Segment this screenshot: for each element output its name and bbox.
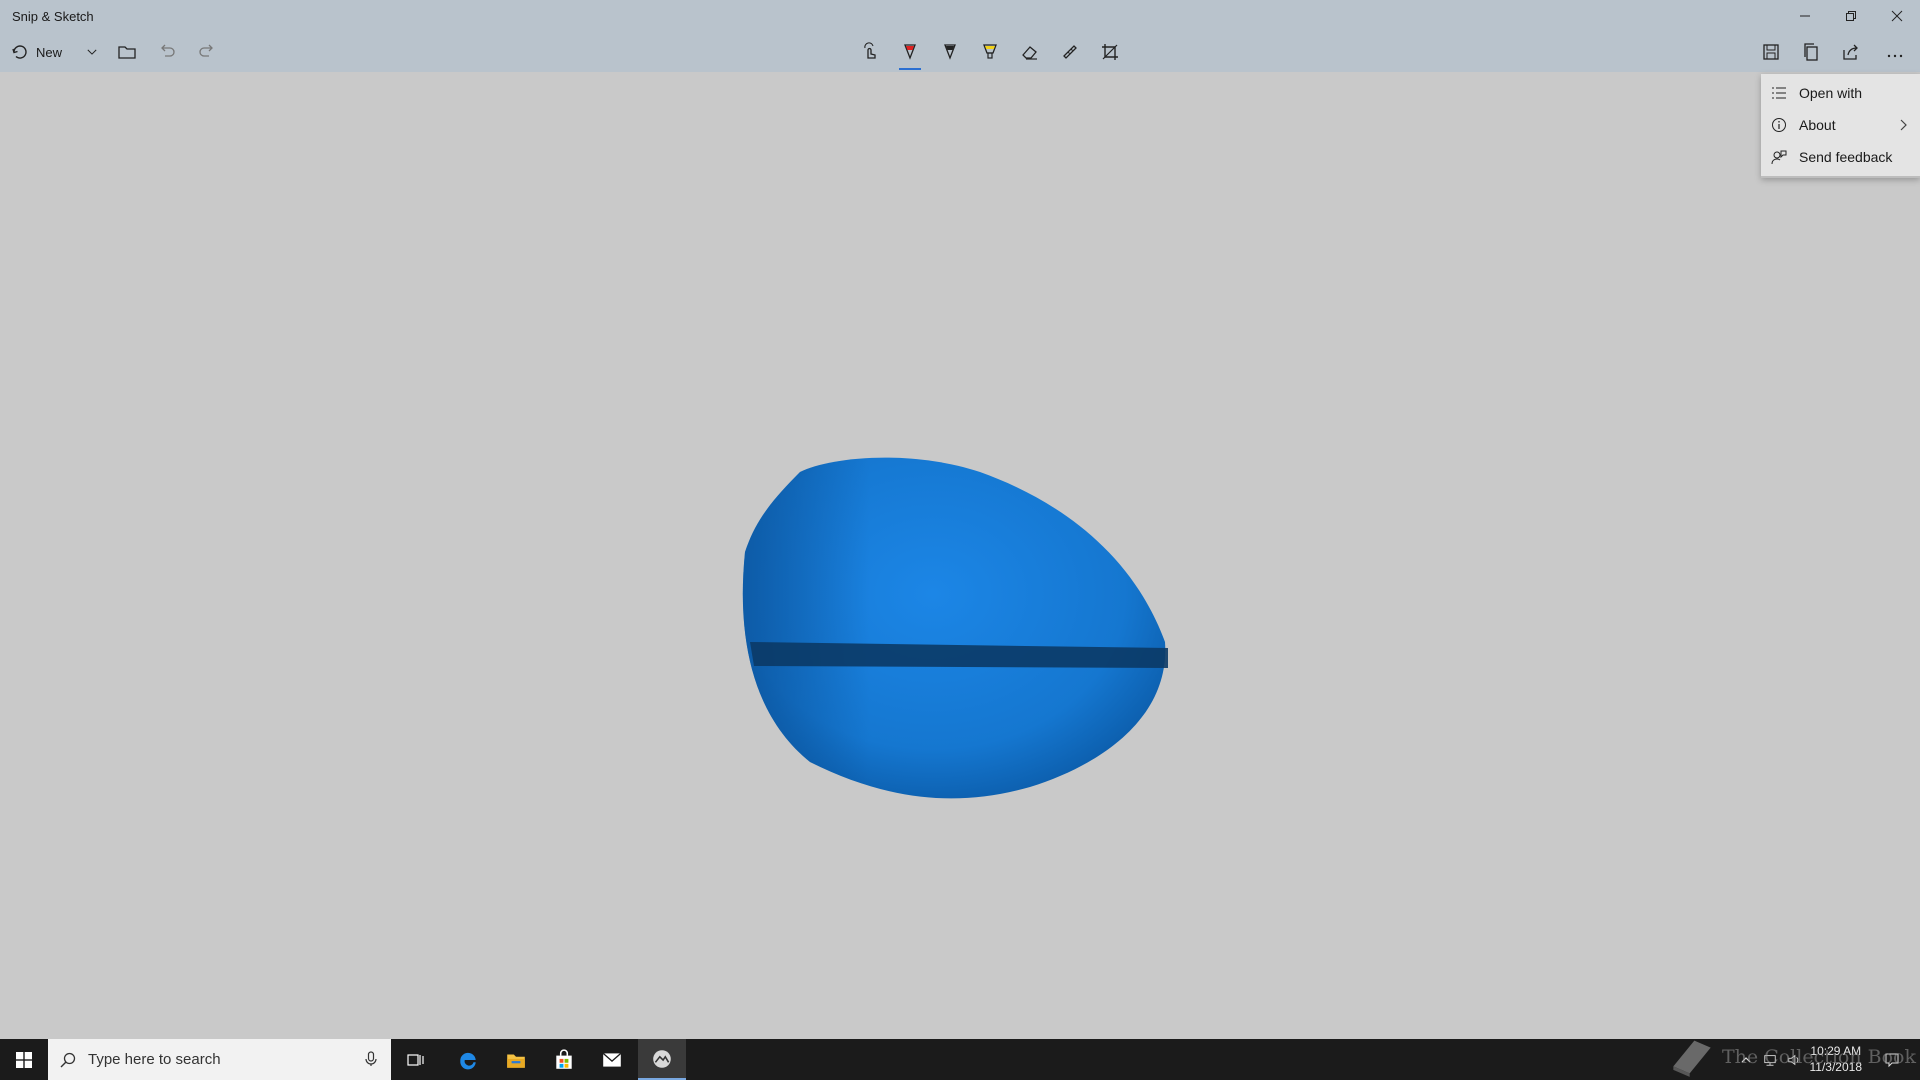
touch-writing-icon xyxy=(864,42,876,59)
restore-icon xyxy=(1846,11,1856,21)
eraser-icon xyxy=(1022,46,1037,60)
window-title: Snip & Sketch xyxy=(12,9,94,24)
redo-button[interactable] xyxy=(192,32,222,72)
snip-canvas[interactable] xyxy=(0,72,1920,1039)
windows-logo-icon xyxy=(16,1051,32,1068)
taskbar-store[interactable] xyxy=(540,1039,588,1080)
restore-button[interactable] xyxy=(1828,0,1874,32)
chevron-down-icon xyxy=(87,49,97,55)
snip-sketch-icon xyxy=(653,1049,671,1068)
more-icon xyxy=(1887,54,1903,58)
new-label: New xyxy=(36,44,63,60)
eraser-button[interactable] xyxy=(1014,32,1046,72)
task-view-icon xyxy=(407,1053,424,1066)
highlighter-button[interactable] xyxy=(974,32,1006,72)
redo-icon xyxy=(199,44,213,57)
menu-item-label: Open with xyxy=(1799,85,1863,101)
menu-item-label: About xyxy=(1799,117,1836,133)
highlighter-icon xyxy=(983,44,997,59)
open-with-icon xyxy=(1771,85,1787,101)
taskbar: 10:29 AM 11/3/2018 xyxy=(0,1039,1920,1080)
mail-icon xyxy=(602,1052,622,1067)
undo-button[interactable] xyxy=(152,32,182,72)
feedback-icon xyxy=(1771,149,1787,165)
captured-image xyxy=(742,457,1168,799)
ruler-icon xyxy=(1063,45,1077,59)
see-more-button[interactable] xyxy=(1880,32,1910,72)
store-icon xyxy=(556,1048,572,1069)
new-dropdown-button[interactable] xyxy=(82,32,102,72)
minimize-icon xyxy=(1800,15,1810,17)
new-snip-icon xyxy=(12,45,27,59)
touch-writing-button[interactable] xyxy=(854,32,886,72)
taskbar-snip-sketch[interactable] xyxy=(638,1039,686,1080)
pencil-button[interactable] xyxy=(934,32,966,72)
menu-item-send-feedback[interactable]: Send feedback xyxy=(1761,141,1920,173)
folder-icon xyxy=(118,46,136,59)
toolbar: New xyxy=(0,32,1920,72)
more-options-menu: Open with About Send feedback xyxy=(1761,74,1920,178)
ballpoint-pen-button[interactable] xyxy=(893,32,927,72)
book-icon xyxy=(1673,1040,1711,1077)
taskbar-search-box[interactable] xyxy=(48,1039,391,1080)
new-snip-button[interactable]: New xyxy=(10,32,62,72)
taskbar-mail[interactable] xyxy=(588,1039,636,1080)
watermark: The Collection Book xyxy=(1668,1036,1916,1078)
menu-item-about[interactable]: About xyxy=(1761,109,1920,141)
minimize-button[interactable] xyxy=(1782,0,1828,32)
watermark-text: The Collection Book xyxy=(1722,1046,1916,1068)
save-button[interactable] xyxy=(1756,32,1786,72)
copy-button[interactable] xyxy=(1796,32,1826,72)
share-icon xyxy=(1843,44,1858,60)
chevron-right-icon xyxy=(1900,119,1907,131)
taskbar-edge[interactable] xyxy=(444,1039,492,1080)
ruler-button[interactable] xyxy=(1054,32,1086,72)
undo-icon xyxy=(161,44,175,57)
crop-icon xyxy=(1102,44,1118,60)
ballpoint-pen-icon xyxy=(904,44,916,60)
open-file-button[interactable] xyxy=(112,32,142,72)
task-view-button[interactable] xyxy=(392,1039,440,1080)
close-button[interactable] xyxy=(1874,0,1920,32)
taskbar-file-explorer[interactable] xyxy=(492,1039,540,1080)
microphone-icon[interactable] xyxy=(363,1051,379,1067)
start-button[interactable] xyxy=(0,1039,48,1080)
title-bar: Snip & Sketch xyxy=(0,0,1920,32)
pencil-icon xyxy=(944,44,956,60)
save-icon xyxy=(1763,44,1779,60)
search-input[interactable] xyxy=(86,1050,350,1069)
info-icon xyxy=(1771,117,1787,133)
share-button[interactable] xyxy=(1836,32,1866,72)
close-icon xyxy=(1891,10,1903,22)
search-icon xyxy=(60,1052,76,1067)
menu-item-open-with[interactable]: Open with xyxy=(1761,77,1920,109)
copy-icon xyxy=(1804,43,1818,61)
file-explorer-icon xyxy=(507,1054,525,1068)
crop-button[interactable] xyxy=(1094,32,1126,72)
edge-browser-icon xyxy=(460,1052,476,1069)
menu-item-label: Send feedback xyxy=(1799,149,1893,165)
active-tool-indicator xyxy=(899,68,921,70)
